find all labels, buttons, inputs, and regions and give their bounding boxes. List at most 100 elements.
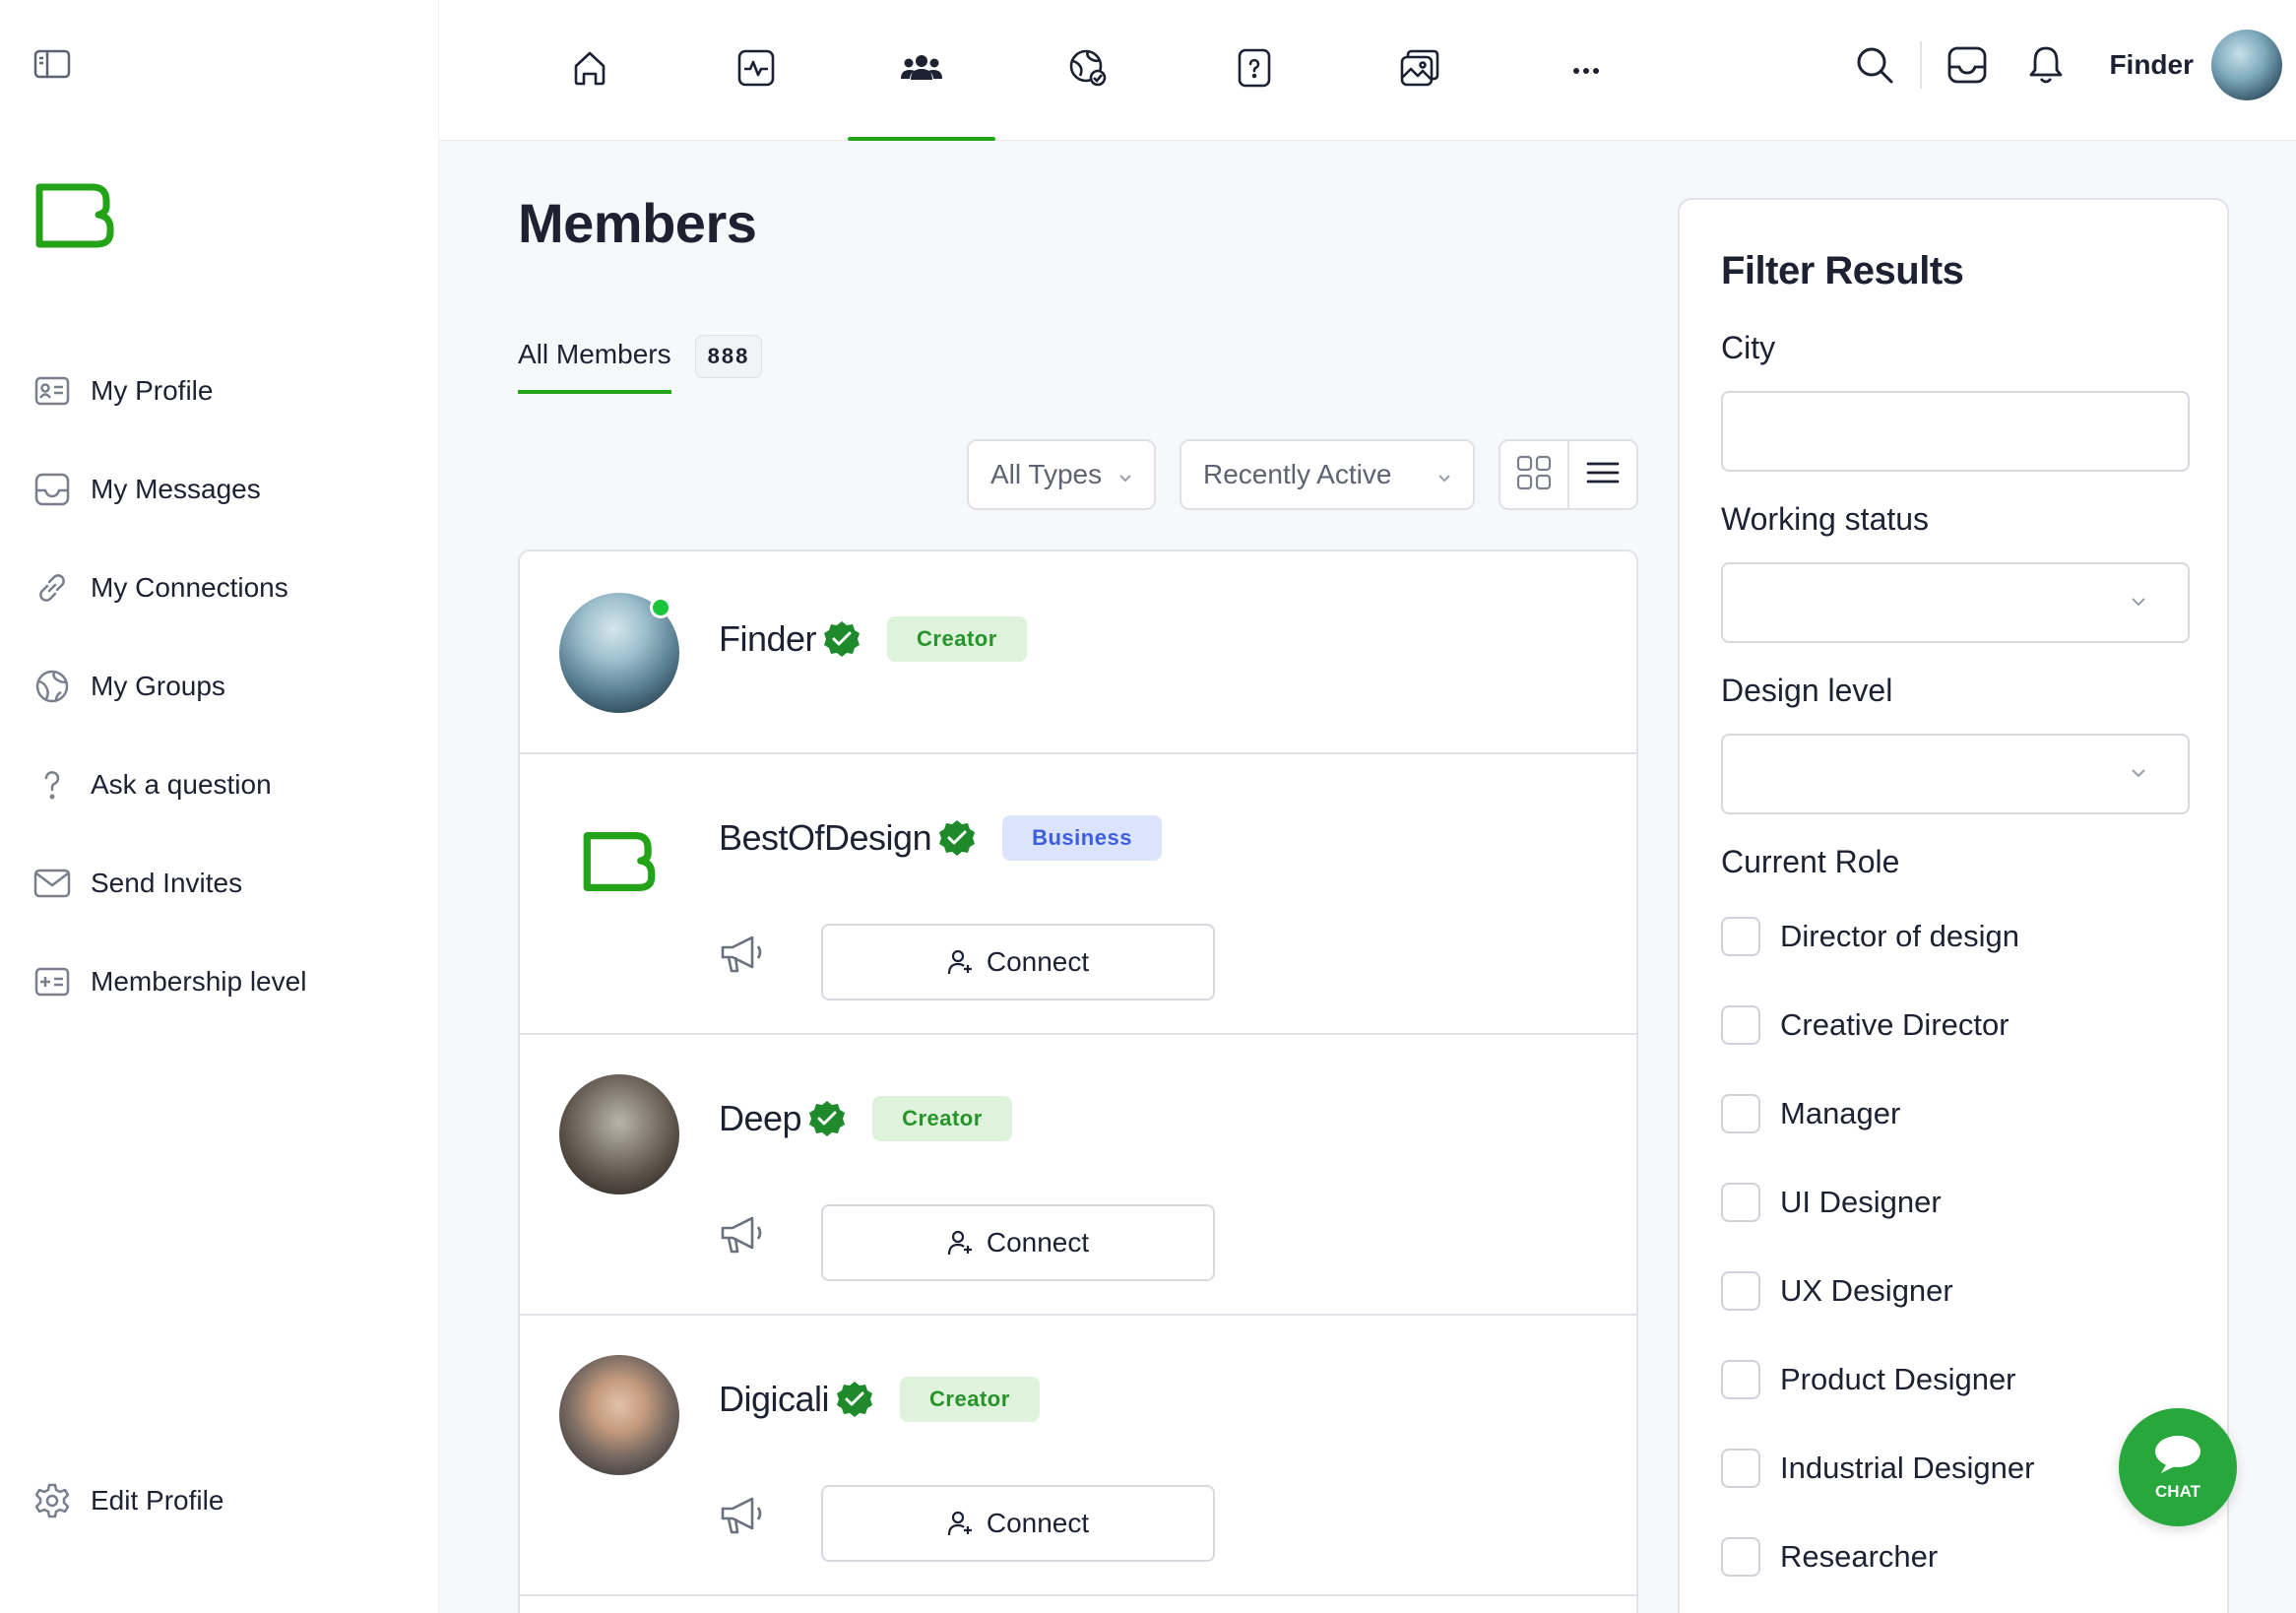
checkbox[interactable] [1721, 1005, 1760, 1045]
city-input[interactable] [1721, 391, 2190, 472]
envelope-icon [33, 865, 71, 902]
link-icon [33, 569, 71, 607]
checkbox-label: Industrial Designer [1780, 1451, 2035, 1485]
member-card[interactable]: Finder Creator [520, 551, 1636, 754]
sort-filter-value: Recently Active [1203, 459, 1392, 489]
working-status-label: Working status [1721, 501, 1930, 537]
member-name[interactable]: Digicali Creator [719, 1377, 1040, 1422]
member-name[interactable]: BestOfDesign Business [719, 815, 1162, 861]
gear-icon [33, 1482, 71, 1519]
member-card[interactable]: Deep Creator Connect [520, 1035, 1636, 1316]
members-list: Finder Creator BestOfDesign Business Con… [518, 549, 1638, 1613]
role-checkbox-ux-designer[interactable]: UX Designer [1721, 1271, 1953, 1311]
role-checkbox-industrial-designer[interactable]: Industrial Designer [1721, 1449, 2034, 1488]
chat-button[interactable]: CHAT [2119, 1408, 2237, 1526]
nav-photos[interactable] [1346, 0, 1494, 141]
type-filter-select[interactable]: All Types [967, 439, 1156, 510]
sidebar-item-membership-level[interactable]: Membership level [33, 933, 306, 1031]
working-status-select[interactable] [1721, 562, 2190, 643]
connect-label: Connect [986, 1508, 1090, 1538]
connect-button[interactable]: Connect [821, 1204, 1215, 1281]
member-type-badge: Creator [887, 616, 1027, 662]
sidebar-item-ask-question[interactable]: Ask a question [33, 736, 306, 834]
sort-filter-select[interactable]: Recently Active [1180, 439, 1475, 510]
checkbox-label: UI Designer [1780, 1185, 1942, 1219]
sidebar-item-label: Ask a question [91, 769, 272, 800]
grid-view-button[interactable] [1500, 441, 1567, 508]
checkbox[interactable] [1721, 1360, 1760, 1399]
sidebar-item-my-connections[interactable]: My Connections [33, 539, 306, 637]
edit-profile-label: Edit Profile [91, 1485, 224, 1516]
role-checkbox-director-of-design[interactable]: Director of design [1721, 917, 2019, 956]
role-checkbox-researcher[interactable]: Researcher [1721, 1537, 1938, 1577]
nav-home[interactable] [516, 0, 664, 141]
member-name[interactable]: Finder Creator [719, 616, 1027, 662]
checkbox[interactable] [1721, 1271, 1760, 1311]
member-avatar[interactable] [559, 802, 679, 922]
inbox-icon [33, 471, 71, 508]
design-level-select[interactable] [1721, 734, 2190, 814]
question-box-icon [1237, 47, 1272, 94]
checkbox[interactable] [1721, 1449, 1760, 1488]
checkbox[interactable] [1721, 1537, 1760, 1577]
role-checkbox-product-designer[interactable]: Product Designer [1721, 1360, 2016, 1399]
checkbox[interactable] [1721, 1094, 1760, 1133]
chevron-down-icon [1118, 459, 1132, 490]
megaphone-icon[interactable] [719, 934, 764, 975]
nav-members[interactable] [848, 0, 995, 141]
member-avatar[interactable] [559, 1074, 679, 1194]
member-name-text: Digicali [719, 1379, 830, 1419]
role-checkbox-ui-designer[interactable]: UI Designer [1721, 1183, 1942, 1222]
chevron-down-icon [1437, 459, 1451, 490]
top-bar: Finder [439, 0, 2296, 141]
sidebar-item-my-groups[interactable]: My Groups [33, 637, 306, 736]
activity-icon [736, 48, 776, 93]
membership-card-icon [33, 963, 71, 1000]
grid-icon [1516, 455, 1552, 495]
member-name-text: Deep [719, 1098, 802, 1138]
connect-button[interactable]: Connect [821, 1485, 1215, 1562]
member-card[interactable]: BestOfDesign Business Connect [520, 754, 1636, 1035]
nav-more[interactable] [1512, 0, 1660, 141]
member-type-badge: Creator [900, 1377, 1040, 1422]
edit-profile-link[interactable]: Edit Profile [33, 1452, 223, 1550]
member-card[interactable]: Digicali Creator Connect [520, 1316, 1636, 1596]
brand-logo[interactable] [35, 183, 114, 248]
bell-icon[interactable] [2018, 37, 2073, 93]
list-view-button[interactable] [1567, 441, 1636, 508]
user-avatar[interactable] [2211, 30, 2282, 100]
list-icon [1586, 461, 1620, 489]
member-avatar[interactable] [559, 1355, 679, 1475]
member-name[interactable]: Deep Creator [719, 1096, 1012, 1141]
checkbox-label: Product Designer [1780, 1362, 2016, 1396]
role-checkbox-manager[interactable]: Manager [1721, 1094, 1900, 1133]
nav-activity[interactable] [682, 0, 830, 141]
tab-all-members[interactable]: All Members 888 [518, 335, 763, 396]
connect-label: Connect [986, 1227, 1090, 1258]
search-icon[interactable] [1847, 37, 1902, 93]
city-label: City [1721, 330, 1776, 365]
role-checkbox-creative-director[interactable]: Creative Director [1721, 1005, 2009, 1045]
member-type-badge: Creator [872, 1096, 1012, 1141]
member-name-text: BestOfDesign [719, 817, 932, 858]
verified-badge-icon [835, 1380, 874, 1419]
sidebar-item-my-profile[interactable]: My Profile [33, 342, 306, 440]
divider [1920, 41, 1923, 89]
connect-button[interactable]: Connect [821, 924, 1215, 1000]
nav-groups[interactable] [1014, 0, 1162, 141]
user-name[interactable]: Finder [2109, 49, 2194, 81]
sidebar-item-send-invites[interactable]: Send Invites [33, 834, 306, 933]
checkbox-label: UX Designer [1780, 1273, 1953, 1308]
sidebar-toggle-icon[interactable] [33, 49, 71, 79]
megaphone-icon[interactable] [719, 1495, 764, 1536]
member-count-badge: 888 [694, 335, 763, 378]
inbox-icon[interactable] [1940, 37, 1995, 93]
megaphone-icon[interactable] [719, 1214, 764, 1256]
checkbox[interactable] [1721, 1183, 1760, 1222]
sidebar-item-label: My Groups [91, 671, 225, 701]
sidebar-item-my-messages[interactable]: My Messages [33, 440, 306, 539]
nav-questions[interactable] [1180, 0, 1328, 141]
checkbox[interactable] [1721, 917, 1760, 956]
sidebar-item-label: My Messages [91, 474, 261, 504]
design-level-label: Design level [1721, 673, 1893, 708]
